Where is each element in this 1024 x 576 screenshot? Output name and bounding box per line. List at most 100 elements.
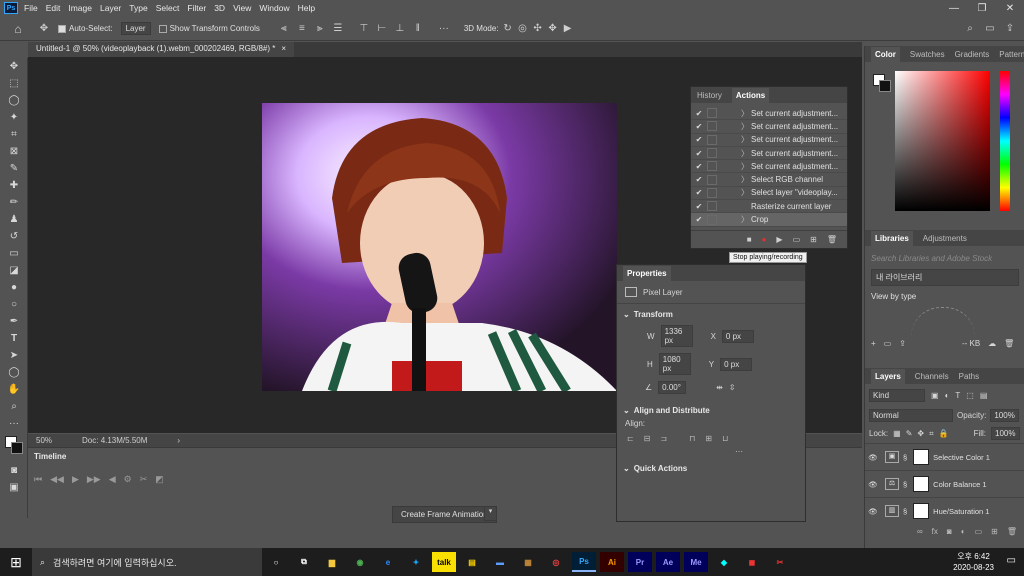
taskbar-illustrator-icon[interactable]: Ai	[600, 552, 624, 572]
home-icon[interactable]: ⌂	[12, 22, 24, 36]
search-icon[interactable]: ⌕	[964, 23, 976, 34]
app-icon[interactable]: ▦	[516, 552, 540, 572]
auto-select-checkbox[interactable]	[58, 24, 66, 33]
edge-icon[interactable]: e	[376, 552, 400, 572]
magic-wand-icon[interactable]: ✦	[0, 109, 28, 126]
close-icon[interactable]: ✕	[996, 0, 1024, 16]
share-icon[interactable]: ⇪	[1004, 23, 1016, 34]
visibility-eye-icon[interactable]: 👁	[865, 507, 881, 516]
stamp-tool-icon[interactable]: ♟	[0, 211, 28, 228]
stop-icon[interactable]: ■	[747, 235, 752, 244]
align-v-centers-icon[interactable]: ⊞	[705, 434, 712, 443]
align-bottom-icon[interactable]: ⊥	[394, 23, 406, 34]
healing-brush-icon[interactable]: ✚	[0, 177, 28, 194]
filter-type-icon[interactable]: T	[955, 391, 960, 400]
filter-adjust-icon[interactable]: ◐	[945, 391, 950, 400]
history-brush-icon[interactable]: ↺	[0, 228, 28, 245]
align-left-edges-icon[interactable]: ⊏	[627, 434, 634, 443]
tab-actions[interactable]: Actions	[731, 87, 770, 103]
play-action-icon[interactable]: ▶	[776, 235, 782, 244]
distribute-vertical-icon[interactable]: ‖	[412, 23, 424, 34]
upload-icon[interactable]: ⇪	[899, 339, 906, 348]
tab-gradients[interactable]: Gradients	[955, 50, 990, 59]
width-field[interactable]: 1336 px	[660, 325, 693, 347]
add-mask-icon[interactable]: ◙	[947, 527, 952, 536]
roll-3d-icon[interactable]: ◎	[517, 23, 529, 34]
action-row[interactable]: ✔ 〉 Set current adjustment...	[691, 120, 847, 134]
group-icon[interactable]: ▭	[975, 527, 983, 536]
twitter-icon[interactable]: ✦	[404, 552, 428, 572]
play-icon[interactable]: ▶	[72, 474, 79, 485]
tab-swatches[interactable]: Swatches	[910, 50, 945, 59]
hand-tool-icon[interactable]: ✋	[0, 381, 28, 398]
flip-horizontal-icon[interactable]: ⇹	[716, 383, 723, 392]
menu-select[interactable]: Select	[156, 3, 180, 13]
taskbar-photoshop-icon[interactable]: Ps	[572, 552, 596, 572]
fill-field[interactable]: 100%	[991, 427, 1020, 440]
split-icon[interactable]: ✂	[140, 474, 148, 485]
color-field[interactable]	[895, 71, 990, 211]
windows-start-icon[interactable]: ⊞	[0, 548, 32, 576]
next-frame-icon[interactable]: ▶▶	[87, 474, 101, 485]
maximize-icon[interactable]: ❐	[968, 0, 996, 16]
hue-slider[interactable]	[1000, 71, 1010, 211]
action-row[interactable]: ✔ 〉 Set current adjustment...	[691, 147, 847, 161]
layer-row[interactable]: 👁 ⚖ § Color Balance 1	[865, 470, 1024, 497]
filter-kind-dropdown[interactable]: Kind	[869, 389, 925, 402]
cortana-icon[interactable]: ○	[264, 552, 288, 572]
filter-smart-icon[interactable]: ▤	[980, 391, 988, 400]
action-row[interactable]: ✔ 〉 Set current adjustment...	[691, 107, 847, 121]
workspace-icon[interactable]: ▭	[984, 23, 996, 34]
tab-paths[interactable]: Paths	[959, 372, 979, 381]
kakaotalk-icon[interactable]: talk	[432, 552, 456, 572]
app-icon[interactable]: ◆	[712, 552, 736, 572]
slide-3d-icon[interactable]: ✥	[547, 23, 559, 34]
tab-channels[interactable]: Channels	[915, 372, 949, 381]
filter-shape-icon[interactable]: ⬚	[966, 391, 974, 400]
align-right-edges-icon[interactable]: ⊐	[660, 434, 667, 443]
animation-dropdown-icon[interactable]: ▾	[484, 506, 497, 521]
document-tab[interactable]: Untitled-1 @ 50% (videoplayback (1).webm…	[28, 42, 295, 57]
filter-pixel-icon[interactable]: ▣	[931, 391, 939, 400]
x-field[interactable]: 0 px	[721, 329, 754, 343]
action-row[interactable]: ✔ 〉 Select layer "videoplay...	[691, 187, 847, 201]
taskbar-premiere-icon[interactable]: Pr	[628, 552, 652, 572]
layer-dropdown[interactable]: Layer	[120, 22, 151, 35]
layer-row[interactable]: 👁 ▥ § Hue/Saturation 1	[865, 497, 1024, 524]
app-icon[interactable]: ✂	[768, 552, 792, 572]
align-middle-icon[interactable]: ⊢	[376, 23, 388, 34]
angle-field[interactable]: 0.00°	[658, 381, 687, 394]
task-view-icon[interactable]: ⧉	[292, 552, 316, 572]
folder-icon[interactable]: ▭	[884, 339, 892, 348]
layer-row[interactable]: 👁 ▣ § Selective Color 1	[865, 443, 1024, 470]
distribute-icon[interactable]: ☰	[332, 23, 344, 34]
eyedropper-icon[interactable]: ✎	[0, 160, 28, 177]
action-row[interactable]: ✔ 〉 Select RGB channel	[691, 173, 847, 187]
tab-layers[interactable]: Layers	[871, 368, 905, 384]
tab-patterns[interactable]: Patterns	[999, 50, 1024, 59]
lock-all-icon[interactable]: 🔒	[939, 429, 949, 438]
chrome-icon[interactable]: ◉	[348, 552, 372, 572]
sticky-notes-icon[interactable]: ▤	[460, 552, 484, 572]
align-center-icon[interactable]: ≡	[296, 23, 308, 34]
record-icon[interactable]: ●	[762, 235, 767, 244]
lock-paint-icon[interactable]: ✎	[906, 429, 913, 438]
align-bottom-edges-icon[interactable]: ⊔	[722, 434, 728, 443]
new-layer-icon[interactable]: ⊞	[991, 527, 998, 536]
move-tool-icon[interactable]: ✥	[0, 58, 28, 75]
taskbar-search[interactable]: ⌕ 검색하려면 여기에 입력하십시오.	[32, 548, 262, 576]
paint-bucket-icon[interactable]: ◪	[0, 262, 28, 279]
quick-mask-icon[interactable]: ◙	[0, 462, 28, 479]
menu-type[interactable]: Type	[129, 3, 147, 13]
visibility-eye-icon[interactable]: 👁	[865, 480, 881, 489]
library-search-input[interactable]: Search Libraries and Adobe Stock	[865, 246, 1024, 263]
audio-icon[interactable]: ◀	[109, 474, 116, 485]
more-tools-icon[interactable]: ···	[0, 415, 28, 432]
file-explorer-icon[interactable]: ▆	[320, 552, 344, 572]
notification-icon[interactable]: ▭	[1007, 555, 1016, 566]
prev-frame-icon[interactable]: ◀◀	[50, 474, 64, 485]
cloud-icon[interactable]: ☁	[988, 339, 996, 348]
status-arrow-icon[interactable]: ›	[177, 436, 180, 445]
brush-tool-icon[interactable]: ✏	[0, 194, 28, 211]
action-row[interactable]: ✔ 〉 Set current adjustment...	[691, 134, 847, 147]
